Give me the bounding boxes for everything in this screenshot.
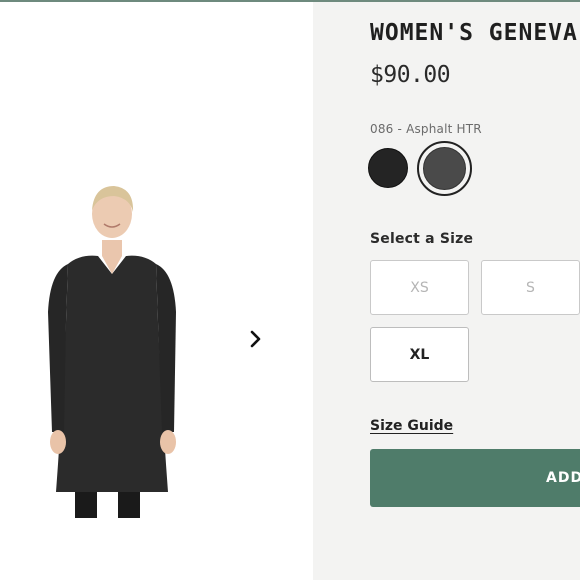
chevron-right-icon — [250, 330, 261, 348]
size-guide-link[interactable]: Size Guide — [370, 418, 453, 434]
product-price: $90.00 — [370, 62, 451, 88]
size-option-xl[interactable]: XL — [370, 327, 469, 382]
size-option-s[interactable]: S — [481, 260, 580, 315]
selected-color-label: 086 - Asphalt HTR — [370, 122, 482, 136]
product-gallery — [0, 2, 313, 580]
product-title: WOMEN'S GENEVA DRESS — [370, 20, 580, 46]
product-image — [48, 186, 176, 518]
add-to-cart-label: ADD T — [546, 470, 580, 486]
size-label: Select a Size — [370, 231, 474, 247]
product-details-panel: WOMEN'S GENEVA DRESS $90.00 086 - Asphal… — [313, 2, 580, 580]
asphalt-swatch-fill — [423, 147, 466, 190]
next-image-button[interactable] — [243, 327, 267, 351]
size-option-xs[interactable]: XS — [370, 260, 469, 315]
add-to-cart-button[interactable]: ADD T — [370, 449, 580, 507]
asphalt-swatch[interactable] — [417, 141, 472, 196]
black-swatch[interactable] — [368, 148, 408, 188]
